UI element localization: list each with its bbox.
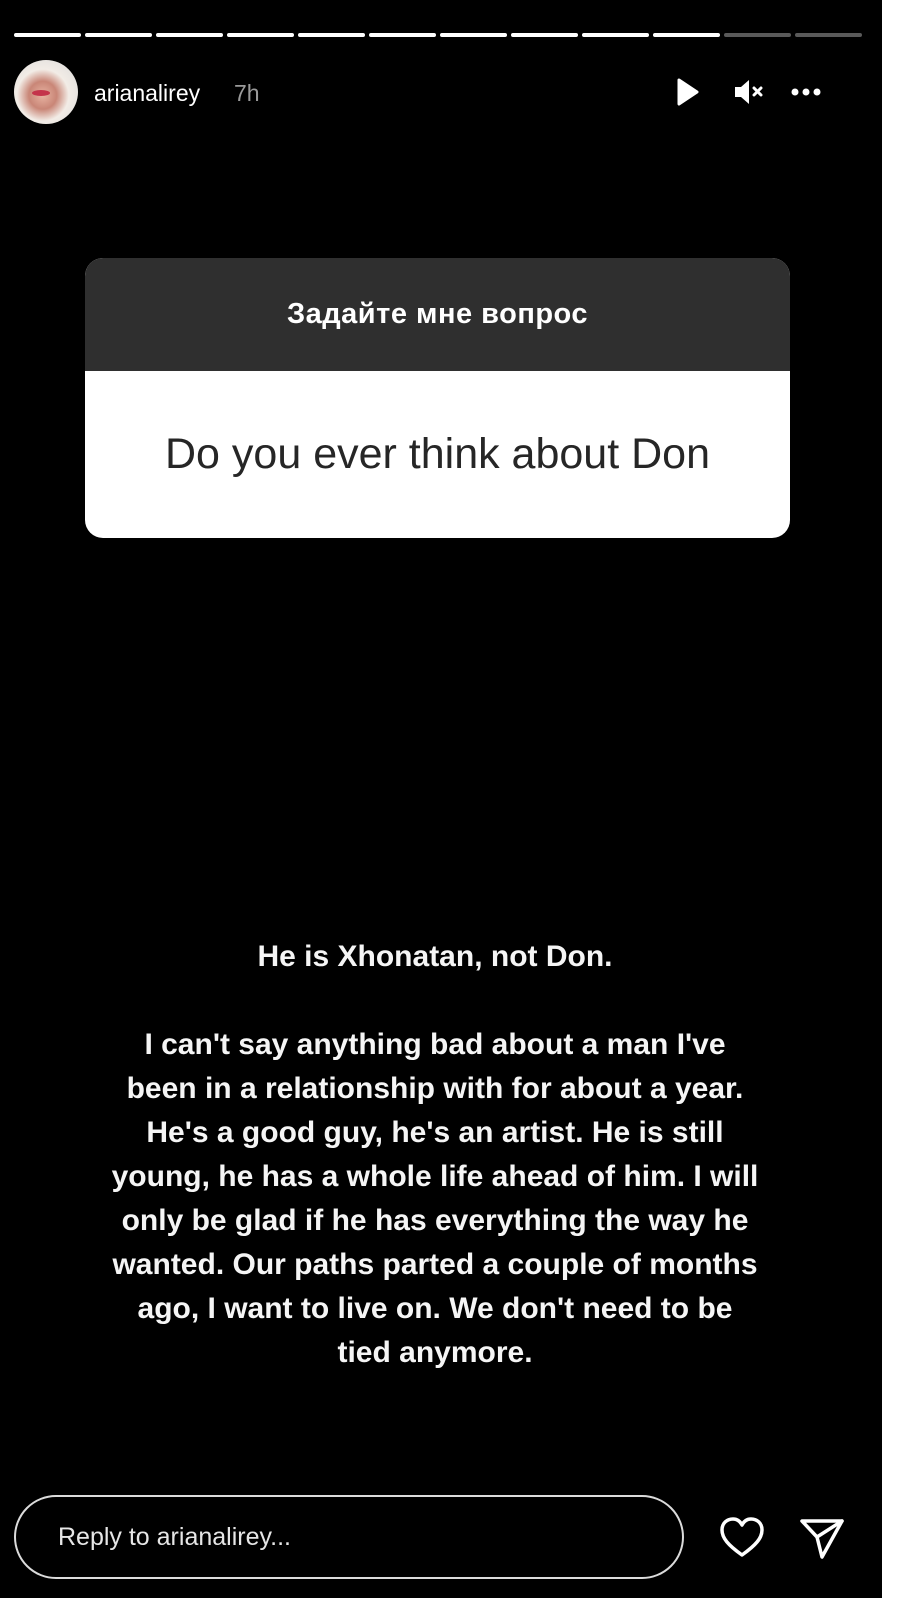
share-button[interactable]	[796, 1512, 848, 1564]
reply-input[interactable]	[56, 1521, 640, 1553]
answer-heading: He is Xhonatan, not Don.	[257, 940, 613, 973]
like-button[interactable]	[716, 1512, 768, 1564]
avatar[interactable]	[14, 60, 78, 124]
progress-segment	[369, 33, 436, 37]
progress-segment	[298, 33, 365, 37]
progress-segment	[653, 33, 720, 37]
answer-body: I can't say anything bad about a man I'v…	[111, 1028, 759, 1369]
progress-segment	[85, 33, 152, 37]
play-button[interactable]	[668, 74, 704, 110]
progress-segment	[440, 33, 507, 37]
mute-button[interactable]	[730, 74, 766, 110]
progress-segment	[511, 33, 578, 37]
send-icon	[800, 1519, 844, 1559]
progress-segment	[582, 33, 649, 37]
question-prompt: Задайте мне вопрос	[85, 258, 790, 371]
question-sticker: Задайте мне вопрос Do you ever think abo…	[85, 258, 790, 538]
reply-field[interactable]	[14, 1495, 684, 1579]
story-header: arianalirey 7h	[14, 60, 862, 124]
progress-segment	[156, 33, 223, 37]
more-options-button[interactable]	[788, 74, 824, 110]
answer-text-block: He is Xhonatan, not Don. I can't say any…	[110, 935, 760, 1375]
progress-segment	[724, 33, 791, 37]
heart-icon	[720, 1517, 764, 1557]
muted-speaker-icon	[735, 80, 763, 104]
progress-segment	[227, 33, 294, 37]
more-horizontal-icon	[791, 88, 821, 96]
story-progress-bar	[14, 33, 862, 37]
window-edge	[882, 0, 900, 1598]
question-text: Do you ever think about Don	[165, 430, 710, 478]
play-icon	[677, 78, 699, 106]
author-username[interactable]: arianalirey	[94, 80, 200, 107]
post-time: 7h	[234, 80, 260, 106]
progress-segment	[795, 33, 862, 37]
progress-segment	[14, 33, 81, 37]
